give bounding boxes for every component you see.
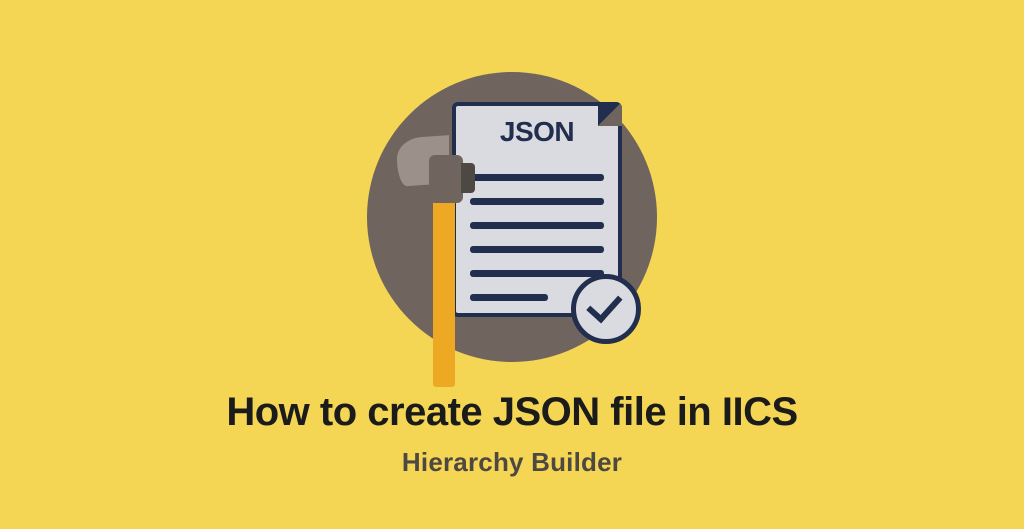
hammer-handle — [433, 177, 455, 387]
checkmark-circle-icon — [571, 274, 641, 344]
hero-graphic: JSON — [367, 72, 657, 362]
page-title: How to create JSON file in IICS — [226, 390, 797, 435]
hammer-face — [461, 163, 475, 193]
hammer-head — [405, 137, 497, 185]
hammer-neck — [429, 155, 463, 203]
checkmark-icon — [586, 286, 622, 323]
page-subtitle: Hierarchy Builder — [402, 447, 622, 478]
hammer-icon — [405, 127, 495, 377]
